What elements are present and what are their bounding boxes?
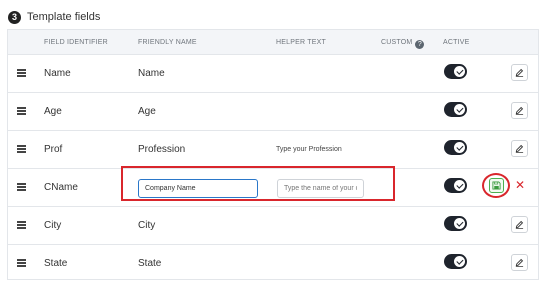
edit-button[interactable] — [511, 216, 528, 233]
helper-text: Type your Profession — [276, 146, 342, 153]
check-icon — [454, 104, 465, 115]
table-row: State State — [8, 245, 538, 283]
friendly-name: Age — [138, 106, 156, 117]
drag-handle-icon[interactable] — [17, 183, 26, 191]
column-header-field-identifier: FIELD IDENTIFIER — [44, 39, 108, 46]
save-button[interactable] — [489, 178, 504, 193]
step-number-badge: 3 — [8, 10, 21, 24]
check-icon — [454, 218, 465, 229]
friendly-name: Name — [138, 68, 165, 79]
friendly-name: City — [138, 220, 156, 231]
column-header-custom: CUSTOM? — [381, 39, 425, 49]
field-identifier: Age — [44, 106, 62, 117]
field-identifier: Prof — [44, 144, 63, 155]
check-icon — [454, 256, 465, 267]
drag-handle-icon[interactable] — [17, 69, 26, 77]
field-identifier: CName — [44, 182, 78, 193]
check-icon — [454, 180, 465, 191]
field-identifier: City — [44, 220, 62, 231]
floppy-disk-icon — [492, 181, 501, 190]
edit-button[interactable] — [511, 254, 528, 271]
template-fields-table: FIELD IDENTIFIER FRIENDLY NAME HELPER TE… — [7, 29, 539, 280]
highlight-annotation-box — [121, 166, 395, 201]
column-header-helper-text: HELPER TEXT — [276, 39, 326, 46]
pencil-icon — [515, 106, 524, 115]
pencil-icon — [515, 68, 524, 77]
active-toggle[interactable] — [444, 216, 467, 231]
check-icon — [454, 142, 465, 153]
drag-handle-icon[interactable] — [17, 221, 26, 229]
table-row: City City — [8, 207, 538, 245]
drag-handle-icon[interactable] — [17, 259, 26, 267]
table-row: Name Name — [8, 55, 538, 93]
column-header-friendly-name: FRIENDLY NAME — [138, 39, 197, 46]
field-identifier: Name — [44, 68, 71, 79]
active-toggle[interactable] — [444, 254, 467, 269]
pencil-icon — [515, 144, 524, 153]
edit-button[interactable] — [511, 102, 528, 119]
drag-handle-icon[interactable] — [17, 145, 26, 153]
table-row: Prof Profession Type your Profession — [8, 131, 538, 169]
edit-button[interactable] — [511, 140, 528, 157]
section-title: Template fields — [27, 11, 101, 23]
pencil-icon — [515, 258, 524, 267]
close-icon: ✕ — [514, 178, 526, 192]
friendly-name: State — [138, 258, 162, 269]
active-toggle[interactable] — [444, 64, 467, 79]
drag-handle-icon[interactable] — [17, 107, 26, 115]
active-toggle[interactable] — [444, 102, 467, 117]
pencil-icon — [515, 220, 524, 229]
table-header: FIELD IDENTIFIER FRIENDLY NAME HELPER TE… — [8, 30, 538, 55]
section-header: 3 Template fields — [8, 9, 100, 25]
column-header-active: ACTIVE — [443, 39, 470, 46]
check-icon — [454, 66, 465, 77]
friendly-name: Profession — [138, 144, 186, 155]
active-toggle[interactable] — [444, 140, 467, 155]
column-header-custom-label: CUSTOM — [381, 39, 413, 46]
active-toggle[interactable] — [444, 178, 467, 193]
help-icon[interactable]: ? — [415, 40, 425, 49]
field-identifier: State — [44, 258, 68, 269]
table-row: Age Age — [8, 93, 538, 131]
edit-button[interactable] — [511, 64, 528, 81]
cancel-button[interactable]: ✕ — [514, 178, 526, 192]
